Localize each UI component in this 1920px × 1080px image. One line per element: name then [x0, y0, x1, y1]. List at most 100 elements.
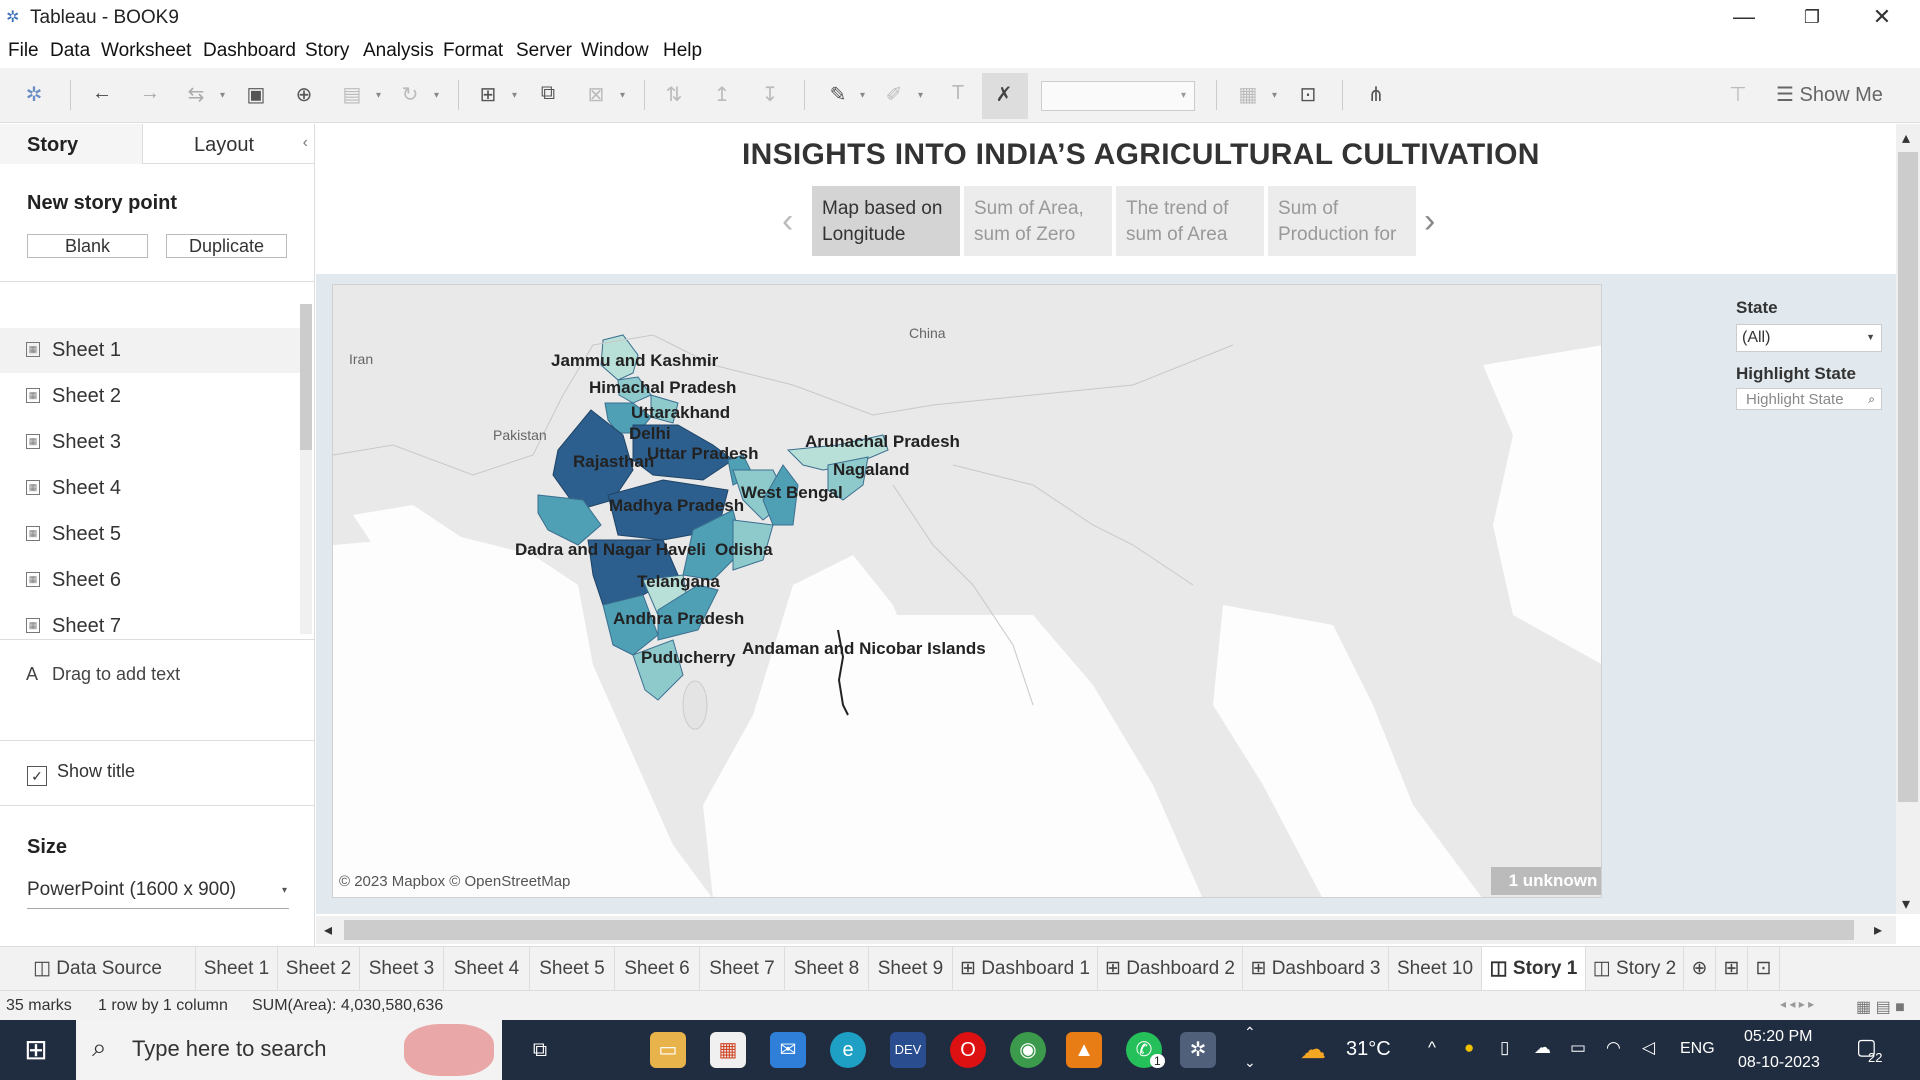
- tab-sheet-3[interactable]: Sheet 3: [360, 947, 444, 991]
- language-indicator[interactable]: ENG: [1680, 1040, 1715, 1058]
- dropdown-arrow-icon[interactable]: ▾: [1272, 90, 1277, 101]
- clear-formatting-icon[interactable]: ✗: [990, 82, 1018, 107]
- scroll-left-icon[interactable]: ◂: [324, 920, 332, 940]
- tray-scroll-up-icon[interactable]: ⌃: [1244, 1024, 1256, 1041]
- tab-sheet-8[interactable]: Sheet 8: [785, 947, 869, 991]
- tableau-logo-icon[interactable]: ✲: [20, 82, 48, 107]
- blank-button[interactable]: Blank: [27, 234, 148, 258]
- battery-icon[interactable]: ▭: [1570, 1038, 1586, 1058]
- tab-story[interactable]: Story: [0, 124, 142, 164]
- wifi-icon[interactable]: ◠: [1606, 1038, 1621, 1058]
- format-painter-icon[interactable]: ⊤: [1724, 82, 1752, 107]
- duplicate-sheet-icon[interactable]: ⧉: [534, 82, 562, 105]
- drag-to-add-text[interactable]: A Drag to add text: [26, 664, 180, 685]
- horizontal-scrollbar[interactable]: ◂ ▸: [316, 916, 1896, 944]
- task-view-icon[interactable]: ⧉: [522, 1032, 558, 1068]
- sheet-list-item[interactable]: ▦ Sheet 2: [0, 374, 300, 419]
- sheet-list-item[interactable]: ▦ Sheet 7: [0, 604, 300, 649]
- menu-analysis[interactable]: Analysis: [363, 40, 434, 62]
- new-data-source-icon[interactable]: ⊕: [290, 82, 318, 107]
- windows-start-icon[interactable]: ⊞: [18, 1032, 54, 1068]
- swap-rows-columns-icon[interactable]: ⇅: [660, 82, 688, 107]
- tab-layout[interactable]: Layout: [142, 124, 314, 164]
- restore-icon[interactable]: ❐: [1782, 0, 1842, 34]
- fit-select[interactable]: ▾: [1041, 81, 1195, 111]
- group-members-icon[interactable]: ✐: [880, 82, 908, 107]
- dropdown-arrow-icon[interactable]: ▾: [512, 90, 517, 101]
- story-point-4[interactable]: Sum of Production for: [1268, 186, 1416, 256]
- menu-dashboard[interactable]: Dashboard: [203, 40, 296, 62]
- redo-icon[interactable]: →: [136, 82, 164, 105]
- sheet-list-item[interactable]: ▦ Sheet 5: [0, 512, 300, 557]
- tableau-taskbar-icon[interactable]: ✲: [1180, 1032, 1216, 1068]
- scroll-up-icon[interactable]: ▴: [1902, 128, 1910, 148]
- sort-descending-icon[interactable]: ↧: [756, 82, 784, 107]
- tab-dashboard-1[interactable]: ⊞ Dashboard 1: [953, 947, 1098, 991]
- tab-sheet-5[interactable]: Sheet 5: [530, 947, 615, 991]
- tab-dashboard-2[interactable]: ⊞ Dashboard 2: [1098, 947, 1243, 991]
- sheet-list-item[interactable]: ▦ Sheet 4: [0, 466, 300, 511]
- file-explorer-icon[interactable]: ▭: [650, 1032, 686, 1068]
- tab-sheet-6[interactable]: Sheet 6: [615, 947, 700, 991]
- sheet-list-item[interactable]: ▦ Sheet 1: [0, 328, 300, 373]
- story-point-1[interactable]: Map based on Longitude: [812, 186, 960, 256]
- opera-icon[interactable]: O: [950, 1032, 986, 1068]
- size-select[interactable]: PowerPoint (1600 x 900) ▾: [27, 879, 289, 909]
- collapse-pane-icon[interactable]: ‹: [303, 134, 308, 152]
- story-point-3[interactable]: The trend of sum of Area: [1116, 186, 1264, 256]
- minimize-icon[interactable]: —: [1714, 0, 1774, 34]
- vertical-scrollbar[interactable]: ▴ ▾: [1896, 124, 1920, 914]
- tab-data-source[interactable]: ◫ Data Source: [0, 947, 196, 991]
- chrome-icon[interactable]: ◉: [1010, 1032, 1046, 1068]
- menu-data[interactable]: Data: [50, 40, 90, 62]
- scrollbar-thumb[interactable]: [300, 304, 312, 450]
- meet-now-icon[interactable]: ▯: [1500, 1038, 1509, 1058]
- highlight-state-input[interactable]: Highlight State ⌕: [1736, 388, 1882, 410]
- show-mark-labels-icon[interactable]: T: [944, 82, 972, 105]
- tray-scroll-down-icon[interactable]: ⌄: [1244, 1054, 1256, 1071]
- duplicate-button[interactable]: Duplicate: [166, 234, 287, 258]
- clock-date[interactable]: 08-10-2023: [1738, 1054, 1820, 1072]
- refresh-icon[interactable]: ↻: [396, 82, 424, 107]
- sort-ascending-icon[interactable]: ↥: [708, 82, 736, 107]
- clear-sheet-icon[interactable]: ⊠: [582, 82, 610, 107]
- tab-sheet-7[interactable]: Sheet 7: [700, 947, 785, 991]
- dropdown-arrow-icon[interactable]: ▾: [860, 90, 865, 101]
- sheet-list-scrollbar[interactable]: [300, 304, 312, 634]
- tab-story-1[interactable]: ◫ Story 1: [1482, 947, 1586, 991]
- weather-temp[interactable]: 31°C: [1346, 1038, 1391, 1061]
- save-icon[interactable]: ▣: [242, 82, 270, 107]
- microsoft-store-icon[interactable]: ▦: [710, 1032, 746, 1068]
- menu-format[interactable]: Format: [443, 40, 503, 62]
- swap-icon[interactable]: ⇆: [182, 82, 210, 107]
- tab-sheet-10[interactable]: Sheet 10: [1389, 947, 1482, 991]
- clock-time[interactable]: 05:20 PM: [1744, 1028, 1812, 1046]
- dev-app-icon[interactable]: DEV: [890, 1032, 926, 1068]
- tab-dashboard-3[interactable]: ⊞ Dashboard 3: [1243, 947, 1389, 991]
- new-story-tab-icon[interactable]: ⊡: [1748, 947, 1780, 991]
- next-story-point-icon[interactable]: ›: [1424, 202, 1435, 241]
- pause-updates-icon[interactable]: ▤: [338, 82, 366, 107]
- menu-server[interactable]: Server: [516, 40, 572, 62]
- tab-sheet-1[interactable]: Sheet 1: [196, 947, 278, 991]
- state-filter-select[interactable]: (All) ▼: [1736, 324, 1882, 352]
- edge-icon[interactable]: e: [830, 1032, 866, 1068]
- dropdown-arrow-icon[interactable]: ▾: [918, 90, 923, 101]
- scrollbar-thumb[interactable]: [1898, 152, 1918, 802]
- show-cards-icon[interactable]: ▦: [1234, 82, 1262, 107]
- vlc-icon[interactable]: ▲: [1066, 1032, 1102, 1068]
- show-hidden-icons[interactable]: ^: [1428, 1038, 1436, 1058]
- onedrive-icon[interactable]: ☁: [1534, 1038, 1551, 1058]
- highlight-icon[interactable]: ✎: [824, 82, 852, 107]
- weather-icon[interactable]: ☁: [1300, 1034, 1326, 1065]
- map-copyright[interactable]: © 2023 Mapbox © OpenStreetMap: [339, 873, 570, 890]
- dropdown-arrow-icon[interactable]: ▾: [220, 90, 225, 101]
- tab-sheet-2[interactable]: Sheet 2: [278, 947, 360, 991]
- undo-icon[interactable]: ←: [88, 82, 116, 105]
- new-dashboard-tab-icon[interactable]: ⊞: [1716, 947, 1748, 991]
- sheet-list-item[interactable]: ▦ Sheet 3: [0, 420, 300, 465]
- volume-icon[interactable]: ◁: [1642, 1038, 1655, 1058]
- show-title-checkbox[interactable]: ✓ Show title: [27, 761, 135, 786]
- mail-icon[interactable]: ✉: [770, 1032, 806, 1068]
- sheet-navigation-icon[interactable]: ◂ ◂ ▸ ▸: [1780, 997, 1814, 1011]
